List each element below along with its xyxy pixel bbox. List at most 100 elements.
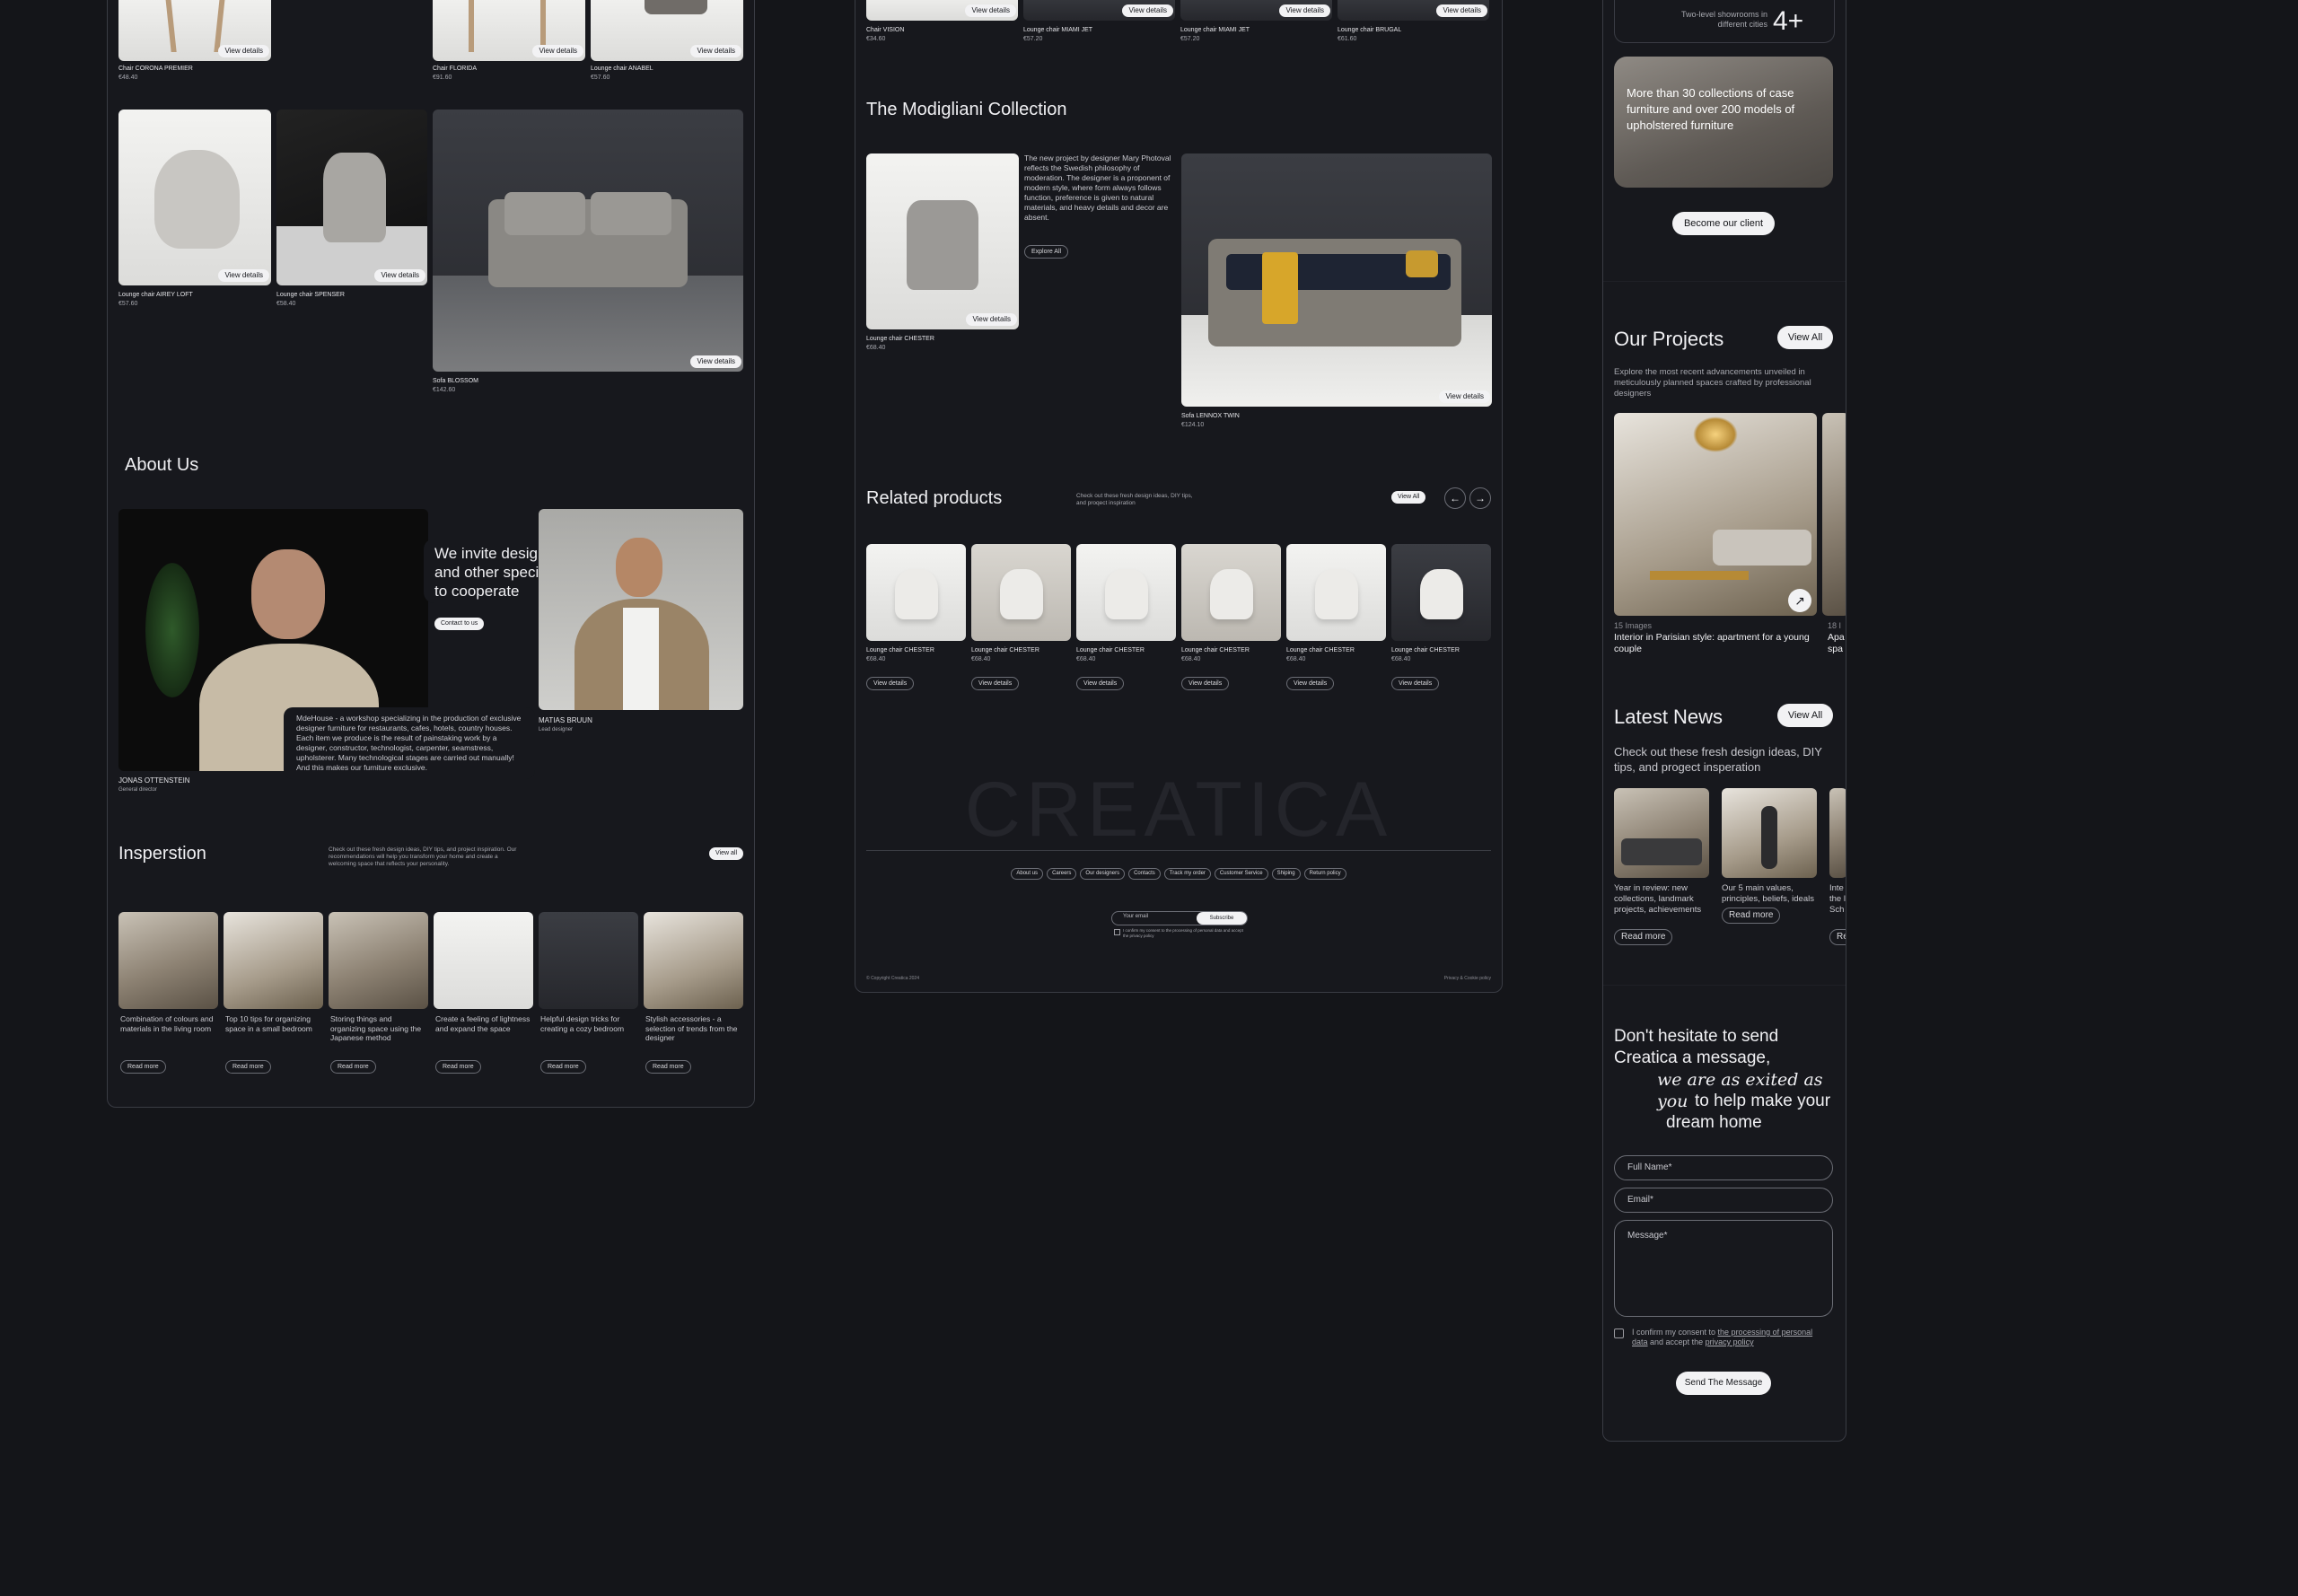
footer-link[interactable]: Shiping — [1271, 868, 1301, 880]
product-photo[interactable] — [1076, 544, 1176, 641]
product-price: €61.60 — [1338, 36, 1357, 42]
collection-text: The new project by designer Mary Photova… — [1024, 153, 1171, 222]
consent-checkbox[interactable] — [1614, 1329, 1624, 1338]
product-price: €48.40 — [118, 75, 138, 81]
read-more-button[interactable]: Read more — [645, 1060, 691, 1074]
view-details-button[interactable]: View details — [532, 45, 583, 57]
view-all-button[interactable]: View All — [1777, 326, 1833, 349]
read-more-button[interactable]: Read more — [435, 1060, 481, 1074]
product-photo[interactable]: View details — [118, 0, 271, 61]
view-details-button[interactable]: View details — [1436, 4, 1487, 17]
project-photo[interactable] — [1822, 413, 1846, 616]
read-more-button[interactable]: Read more — [120, 1060, 166, 1074]
view-details-button[interactable]: View details — [966, 313, 1017, 326]
news-photo[interactable] — [1614, 788, 1709, 878]
view-details-button[interactable]: View details — [218, 269, 269, 282]
product-photo[interactable]: View details — [1338, 0, 1489, 21]
footer-link[interactable]: Our designers — [1080, 868, 1126, 880]
explore-button[interactable]: Explore All — [1024, 245, 1069, 259]
send-message-button[interactable]: Send The Message — [1676, 1372, 1771, 1395]
view-details-button[interactable]: View details — [866, 677, 915, 690]
inspiration-photo[interactable] — [118, 912, 218, 1009]
product-photo[interactable]: View details — [1180, 0, 1332, 21]
view-details-button[interactable]: View details — [1076, 677, 1125, 690]
product-photo[interactable]: View details — [1181, 153, 1492, 407]
view-details-button[interactable]: View details — [374, 269, 425, 282]
news-photo[interactable] — [1829, 788, 1846, 878]
product-photo[interactable]: View details — [433, 110, 743, 372]
read-more-button[interactable]: Read more — [1722, 908, 1781, 924]
contact-button[interactable]: Contact to us — [434, 618, 485, 630]
product-photo[interactable]: View details — [433, 0, 585, 61]
product-photo[interactable]: View details — [1023, 0, 1175, 21]
inspiration-text: Create a feeling of lightness and expand… — [435, 1014, 531, 1033]
view-details-button[interactable]: View details — [1439, 390, 1490, 403]
inspiration-text: Top 10 tips for organizing space in a sm… — [225, 1014, 312, 1033]
footer-links: About us Careers Our designers Contacts Trac… — [855, 868, 1502, 880]
footer-link[interactable]: Contacts — [1128, 868, 1161, 880]
full-name-input[interactable]: Full Name* — [1614, 1155, 1833, 1180]
footer-link[interactable]: About us — [1011, 868, 1044, 880]
view-details-button[interactable]: View details — [1286, 677, 1335, 690]
product-photo[interactable]: View details — [118, 110, 271, 285]
product-photo[interactable]: View details — [276, 110, 427, 285]
message-textarea[interactable]: Message* — [1614, 1220, 1833, 1317]
view-all-button[interactable]: View All — [1777, 704, 1833, 727]
product-price: €68.40 — [1391, 656, 1411, 662]
footer-link[interactable]: Return policy — [1303, 868, 1346, 880]
view-details-button[interactable]: View details — [1391, 677, 1440, 690]
footer-link[interactable]: Track my order — [1163, 868, 1211, 880]
section-divider — [1603, 985, 1846, 986]
product-price: €68.40 — [1286, 656, 1306, 662]
inspiration-photo[interactable] — [539, 912, 638, 1009]
become-client-button[interactable]: Become our client — [1672, 212, 1775, 235]
product-price: €57.60 — [118, 301, 138, 307]
arrow-up-right-icon[interactable]: ↗ — [1788, 589, 1811, 612]
news-photo[interactable] — [1722, 788, 1817, 878]
footer-consent: I confirm my consent to the processing o… — [1123, 928, 1243, 938]
view-all-button[interactable]: View all — [709, 847, 743, 860]
inspiration-photo[interactable] — [644, 912, 743, 1009]
project-photo[interactable]: ↗ — [1614, 413, 1817, 616]
view-details-button[interactable]: View details — [1122, 4, 1173, 17]
inspiration-photo[interactable] — [434, 912, 533, 1009]
view-details-button[interactable]: View details — [1279, 4, 1330, 17]
arrow-left-icon[interactable]: ← — [1444, 487, 1466, 509]
product-photo[interactable] — [971, 544, 1071, 641]
view-details-button[interactable]: View details — [1181, 677, 1230, 690]
privacy-link[interactable]: Privacy & Cookie policy — [1444, 976, 1491, 981]
product-photo[interactable] — [866, 544, 966, 641]
read-more-button[interactable]: Read more — [225, 1060, 271, 1074]
consent-checkbox[interactable] — [1114, 929, 1120, 935]
email-input[interactable]: Your email — [1123, 914, 1148, 919]
inspiration-photo[interactable] — [329, 912, 428, 1009]
subscribe-button[interactable]: Subscribe — [1197, 912, 1247, 925]
arrow-right-icon[interactable]: → — [1469, 487, 1491, 509]
product-photo[interactable]: View details — [866, 153, 1019, 329]
inspiration-photo[interactable] — [224, 912, 323, 1009]
related-desc: Check out these fresh design ideas, DIY … — [1076, 493, 1193, 506]
product-photo[interactable] — [1181, 544, 1281, 641]
view-details-button[interactable]: View details — [971, 677, 1020, 690]
read-more-button[interactable]: Re — [1829, 929, 1846, 945]
about-title: About Us — [125, 455, 199, 475]
product-photo[interactable]: View details — [591, 0, 743, 61]
privacy-policy-link[interactable]: privacy policy — [1706, 1337, 1754, 1346]
footer-link[interactable]: Customer Service — [1214, 868, 1268, 880]
view-details-button[interactable]: View details — [690, 45, 741, 57]
product-photo[interactable] — [1391, 544, 1491, 641]
product-name: Sofa BLOSSOM — [433, 378, 478, 384]
product-photo[interactable] — [1286, 544, 1386, 641]
read-more-button[interactable]: Read more — [1614, 929, 1673, 945]
view-details-button[interactable]: View details — [218, 45, 269, 57]
footer-link[interactable]: Careers — [1047, 868, 1077, 880]
product-photo[interactable]: View details — [866, 0, 1018, 21]
view-details-button[interactable]: View details — [965, 4, 1016, 17]
consent-text: I confirm my consent to the processing o… — [1632, 1328, 1829, 1347]
footer-brand: CREATICA — [964, 771, 1393, 843]
read-more-button[interactable]: Read more — [540, 1060, 586, 1074]
view-all-button[interactable]: View All — [1391, 491, 1426, 504]
read-more-button[interactable]: Read more — [330, 1060, 376, 1074]
email-input[interactable]: Email* — [1614, 1188, 1833, 1213]
view-details-button[interactable]: View details — [690, 355, 741, 368]
